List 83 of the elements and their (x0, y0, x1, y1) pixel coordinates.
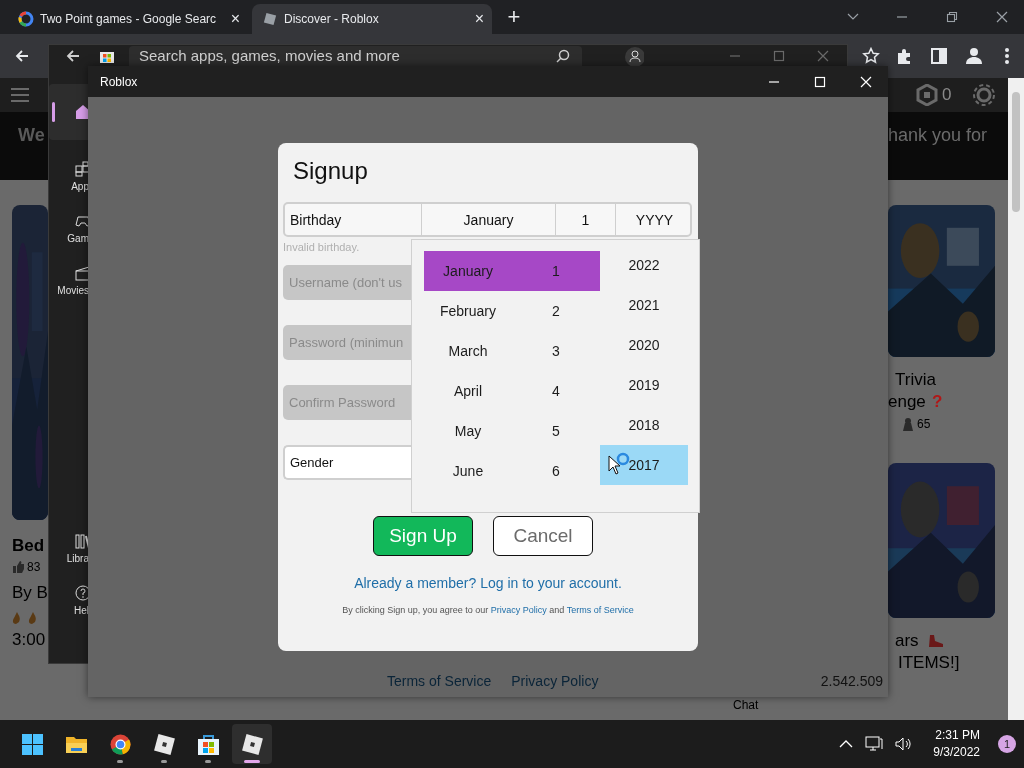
star-icon[interactable] (862, 47, 880, 65)
window-title: Roblox (100, 74, 138, 89)
version-number: 2.542.509 (820, 673, 883, 689)
thumbs-up-icon (12, 561, 24, 573)
apps-icon (75, 160, 89, 177)
shoe-icon (928, 635, 944, 647)
close-icon[interactable] (996, 11, 1008, 23)
chevron-down-icon[interactable] (847, 13, 859, 21)
banner-text: hank you for (888, 125, 988, 146)
game-title: enge (888, 392, 926, 412)
cancel-button[interactable]: Cancel (493, 516, 593, 556)
network-icon[interactable] (865, 736, 884, 752)
profile-icon[interactable] (964, 46, 984, 66)
game-title: Bed (12, 536, 45, 556)
back-arrow-icon[interactable] (14, 48, 30, 64)
nav-item[interactable]: Libra (49, 522, 89, 574)
nav-item[interactable] (49, 84, 89, 140)
side-panel-icon[interactable] (930, 47, 948, 65)
search-field[interactable]: Search apps, games, movies and more (129, 45, 582, 66)
year-option[interactable]: 2019 (600, 365, 688, 405)
search-icon (556, 48, 570, 63)
clock-time: 2:31 PM (935, 727, 980, 744)
taskbar-button[interactable] (232, 724, 272, 764)
privacy-link[interactable]: Privacy Policy (490, 605, 547, 615)
robux-count: 0 (942, 85, 952, 105)
close-button[interactable]: × (474, 11, 484, 27)
input-field[interactable]: Username (don't us (283, 265, 411, 300)
question-mark: ? (932, 392, 943, 412)
game-title: ars (895, 631, 919, 651)
input-field[interactable]: Confirm Password (283, 385, 411, 420)
game-title: Trivia (895, 370, 936, 390)
colored-ring-icon (18, 11, 34, 27)
browser-tab[interactable]: Two Point games - Google Searc × (8, 4, 248, 34)
new-tab-button[interactable]: + (500, 3, 528, 31)
clock-date: 9/3/2022 (933, 744, 980, 761)
date-option[interactable]: January 1 (424, 251, 600, 291)
date-option[interactable]: June 6 (424, 451, 600, 491)
banner-text: We (18, 125, 45, 146)
year-option[interactable]: 2018 (600, 405, 688, 445)
year-option[interactable]: 2022 (600, 245, 688, 285)
player-count: 65 (917, 417, 931, 431)
hexagon-icon[interactable] (916, 84, 938, 106)
year-option[interactable]: 2021 (600, 285, 688, 325)
nav-item[interactable]: Hel (49, 574, 89, 626)
gender-dropdown[interactable]: Gender (283, 445, 411, 480)
terms-text: By clicking Sign up, you agree to our Privacy Policy and Terms of Service (341, 605, 635, 615)
cursor-icon (608, 455, 620, 475)
restore-icon[interactable] (946, 11, 958, 23)
chat-label: Chat (733, 698, 759, 712)
clapperboard-icon (75, 264, 89, 281)
person-icon (903, 418, 913, 431)
game-creator: By B (12, 583, 48, 603)
nav-item[interactable]: Gam (49, 202, 89, 254)
date-option[interactable]: March 3 (424, 331, 600, 371)
library-icon (75, 532, 89, 549)
nav-item[interactable]: Movies (49, 254, 89, 306)
back-arrow-icon[interactable] (65, 47, 81, 64)
settings-icon[interactable] (972, 83, 996, 107)
birthday-selector[interactable]: Birthday January 1 YYYY (283, 202, 692, 237)
date-option[interactable]: April 4 (424, 371, 600, 411)
chevron-up-icon[interactable] (839, 740, 854, 748)
login-link[interactable]: Already a member? Log in to your account. (283, 575, 693, 591)
menu-icon[interactable] (10, 87, 30, 103)
year-option[interactable]: 2020 (600, 325, 688, 365)
loading-ring-icon (616, 452, 630, 466)
game-time: 3:00 (12, 630, 46, 650)
dialog-title: Signup (292, 156, 369, 186)
like-count: 83 (27, 560, 41, 574)
date-option[interactable]: May 5 (424, 411, 600, 451)
speaker-icon[interactable] (895, 736, 914, 752)
start-icon (19, 731, 45, 757)
browser-tab[interactable]: Discover - Roblox × (252, 4, 492, 34)
date-option[interactable]: February 2 (424, 291, 600, 331)
profile-icon[interactable] (624, 45, 644, 66)
year-option[interactable]: 2017 (600, 445, 688, 485)
close-button[interactable]: × (230, 11, 240, 27)
help-icon (75, 584, 89, 601)
more-icon[interactable] (1004, 47, 1010, 65)
game-title: ITEMS!] (898, 653, 960, 673)
input-field[interactable]: Password (minimun (283, 325, 411, 360)
nav-item[interactable]: App (49, 150, 89, 202)
notification-badge[interactable]: 1 (998, 735, 1016, 753)
terms-link[interactable]: Terms of Service (566, 605, 634, 615)
